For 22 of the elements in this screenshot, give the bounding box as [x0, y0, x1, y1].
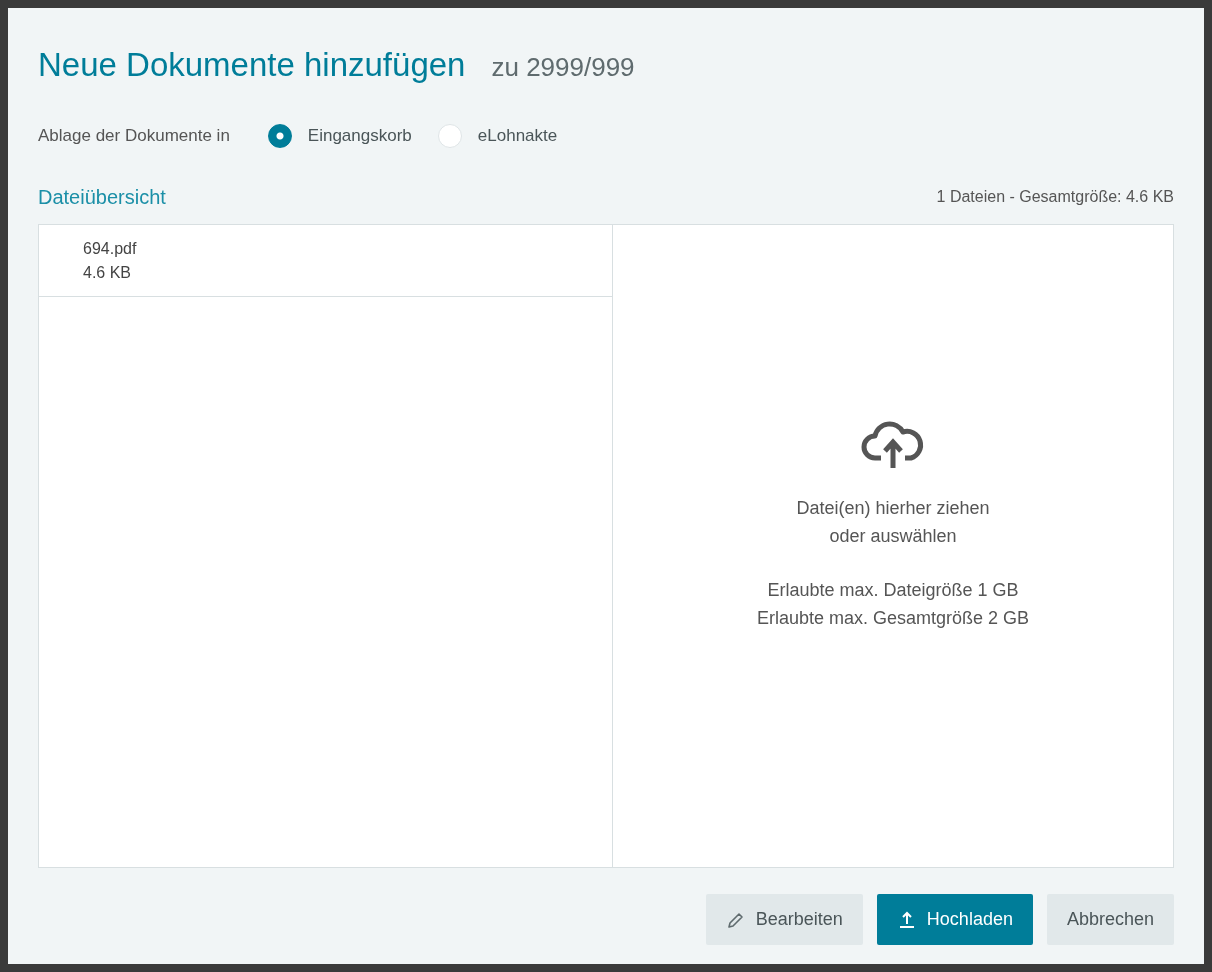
dialog-subtitle: zu 2999/999 [491, 52, 635, 83]
drop-hint: Datei(en) hierher ziehen [796, 497, 990, 520]
radio-label: eLohnakte [477, 126, 558, 146]
cancel-button[interactable]: Abbrechen [1046, 894, 1174, 945]
radio-option[interactable]: eLohnakte [437, 124, 558, 148]
dialog-title: Neue Dokumente hinzufügen [38, 46, 466, 84]
storage-label: Ablage der Dokumente in [38, 126, 230, 146]
upload-button[interactable]: Hochladen [876, 894, 1033, 945]
radio-button[interactable] [267, 124, 292, 148]
size-limit: Erlaubte max. Gesamtgröße 2 GB [756, 607, 1030, 630]
file-row[interactable]: 694.pdf 4.6 KB [39, 225, 612, 297]
radio-option[interactable]: Eingangskorb [267, 124, 412, 148]
drop-hint: oder auswählen [829, 525, 957, 548]
file-name: 694.pdf [83, 239, 138, 258]
size-limit: Erlaubte max. Dateigröße 1 GB [767, 579, 1019, 602]
radio-label: Eingangskorb [307, 126, 412, 146]
cloud-upload-icon [861, 420, 925, 468]
section-title: Dateiübersicht [38, 185, 166, 209]
drop-zone[interactable]: Datei(en) hierher ziehen oder auswählen Erlaubte max. Dateigröße 1 GB Erlaubte max. Gesamtgröße 2 GB [613, 225, 1173, 867]
edit-button[interactable]: Bearbeiten [705, 894, 863, 945]
file-summary: 1 Dateien - Gesamtgröße: 4.6 KB [936, 188, 1174, 206]
file-size: 4.6 KB [83, 263, 133, 282]
